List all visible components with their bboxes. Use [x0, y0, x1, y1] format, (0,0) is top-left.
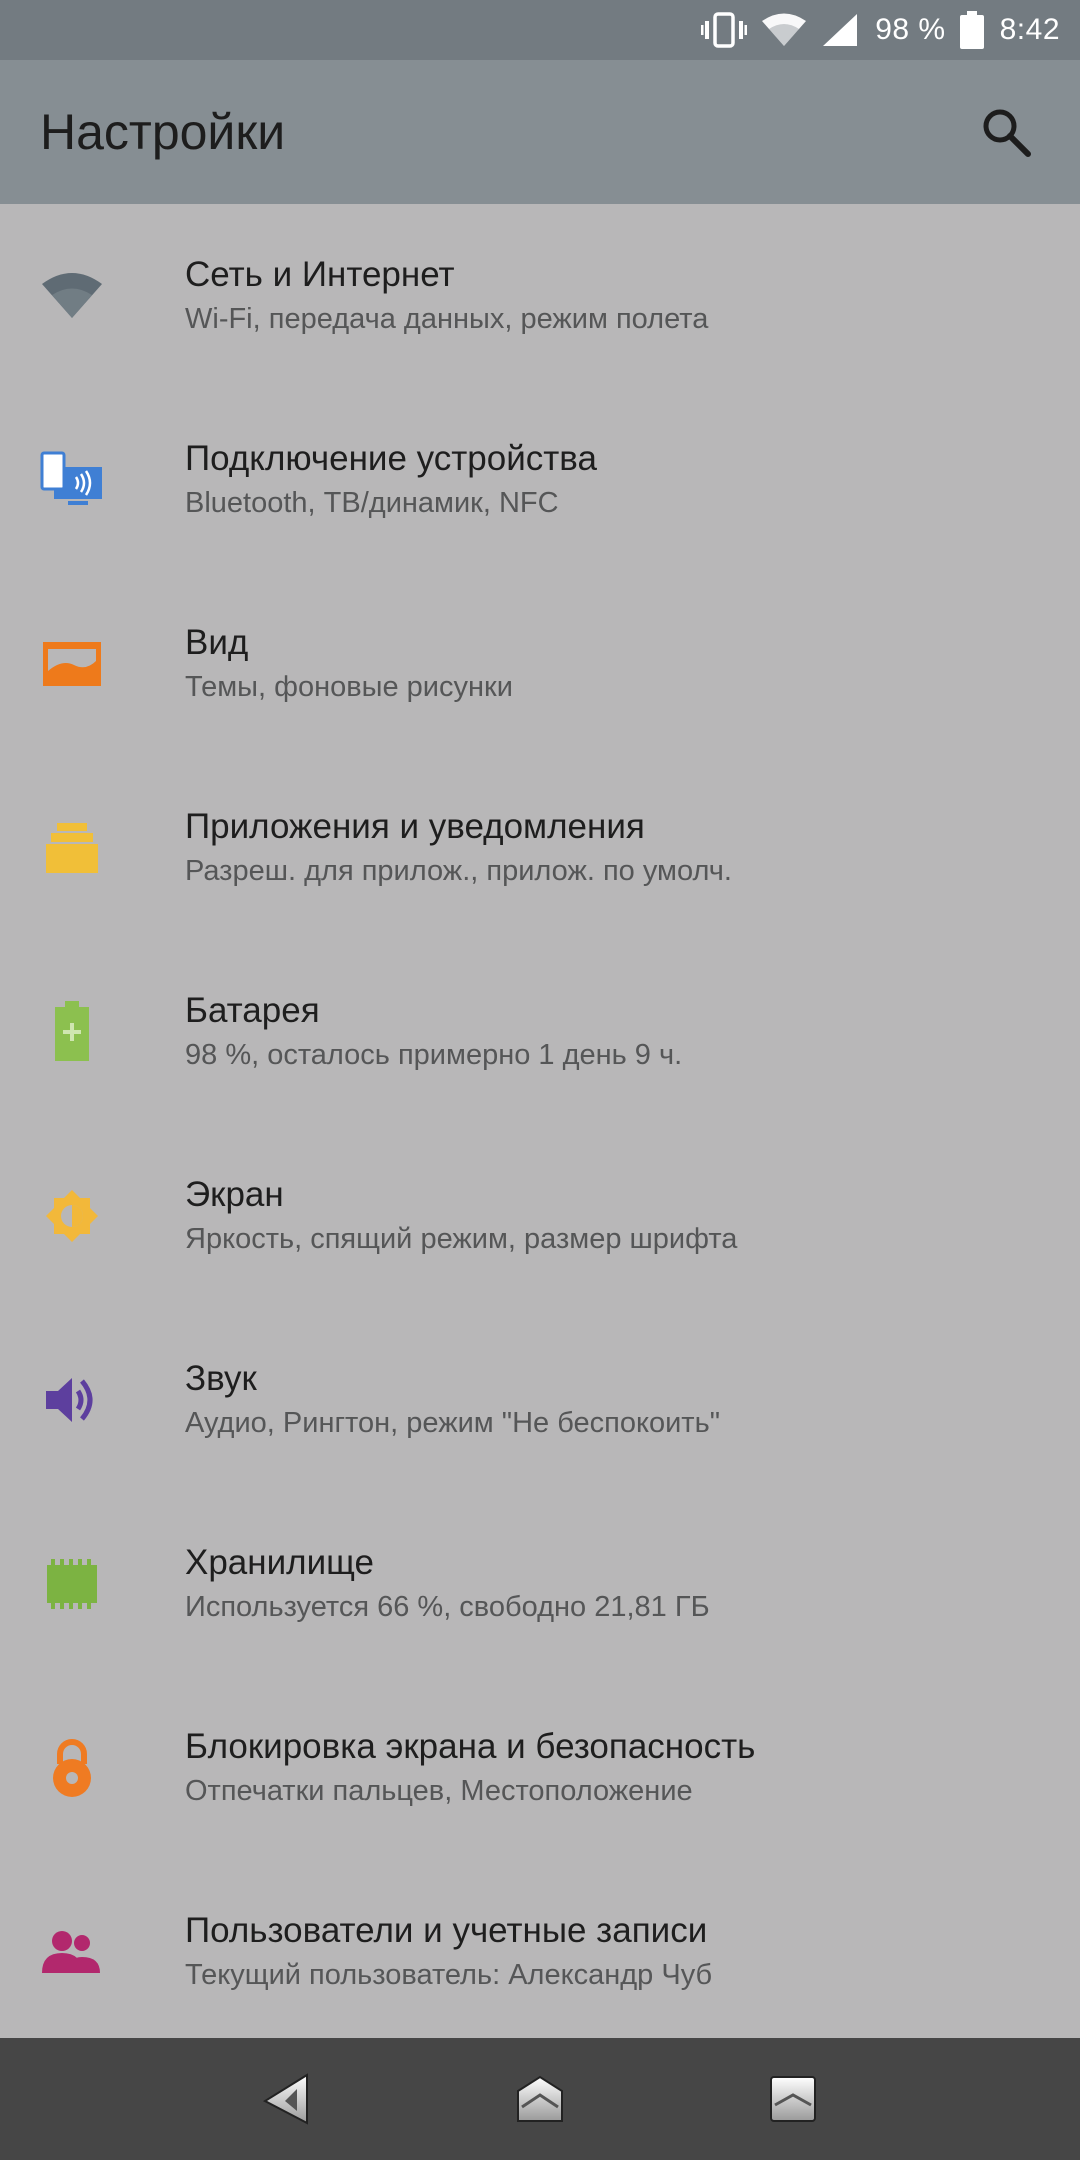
item-subtitle: Аудио, Рингтон, режим "Не беспокоить"	[185, 1407, 720, 1439]
storage-icon	[36, 1548, 108, 1620]
settings-item-connected-devices[interactable]: Подключение устройства Bluetooth, ТВ/дин…	[0, 388, 1080, 572]
item-title: Приложения и уведомления	[185, 807, 645, 846]
settings-item-sound[interactable]: Звук Аудио, Рингтон, режим "Не беспокоит…	[0, 1308, 1080, 1492]
clock: 8:42	[999, 13, 1060, 46]
item-subtitle: Яркость, спящий режим, размер шрифта	[185, 1223, 738, 1255]
recents-button[interactable]	[743, 2049, 843, 2149]
brightness-icon	[36, 1180, 108, 1252]
item-subtitle: Отпечатки пальцев, Местоположение	[185, 1775, 693, 1807]
settings-item-display-theme[interactable]: Вид Темы, фоновые рисунки	[0, 572, 1080, 756]
recents-icon	[770, 2076, 817, 2122]
item-subtitle: Разреш. для прилож., прилож. по умолч.	[185, 855, 732, 887]
status-bar: 98 % 8:42	[0, 0, 1080, 60]
item-title: Вид	[185, 623, 249, 662]
settings-item-security[interactable]: Блокировка экрана и безопасность Отпечат…	[0, 1676, 1080, 1860]
item-subtitle: Bluetooth, ТВ/динамик, NFC	[185, 487, 559, 519]
volume-icon	[36, 1364, 108, 1436]
home-button[interactable]	[490, 2049, 590, 2149]
settings-list: Сеть и Интернет Wi-Fi, передача данных, …	[0, 204, 1080, 2038]
item-subtitle: Темы, фоновые рисунки	[185, 671, 513, 703]
settings-item-battery[interactable]: Батарея 98 %, осталось примерно 1 день 9…	[0, 940, 1080, 1124]
settings-item-network[interactable]: Сеть и Интернет Wi-Fi, передача данных, …	[0, 204, 1080, 388]
item-title: Батарея	[185, 991, 320, 1030]
home-icon	[516, 2075, 563, 2122]
item-title: Блокировка экрана и безопасность	[185, 1727, 756, 1766]
settings-item-storage[interactable]: Хранилище Используется 66 %, свободно 21…	[0, 1492, 1080, 1676]
battery-icon	[959, 11, 984, 49]
item-title: Сеть и Интернет	[185, 255, 455, 294]
app-bar: Настройки	[0, 60, 1080, 204]
navigation-bar	[0, 2038, 1080, 2160]
item-title: Экран	[185, 1175, 284, 1214]
vibrate-icon	[701, 12, 748, 48]
page-title: Настройки	[40, 104, 286, 160]
item-title: Хранилище	[185, 1543, 374, 1582]
search-icon	[983, 109, 1031, 157]
wallpaper-icon	[36, 628, 108, 700]
wifi-icon	[761, 12, 807, 48]
back-icon	[262, 2073, 308, 2125]
devices-icon	[36, 444, 108, 516]
wifi-icon	[36, 260, 108, 332]
battery-percent: 98 %	[875, 13, 946, 46]
apps-icon	[36, 812, 108, 884]
item-title: Звук	[185, 1359, 257, 1398]
item-title: Подключение устройства	[185, 439, 597, 478]
accounts-icon	[36, 1916, 108, 1988]
settings-item-apps[interactable]: Приложения и уведомления Разреш. для при…	[0, 756, 1080, 940]
item-subtitle: Wi-Fi, передача данных, режим полета	[185, 303, 709, 335]
settings-item-accounts[interactable]: Пользователи и учетные записи Текущий по…	[0, 1860, 1080, 2038]
settings-item-display[interactable]: Экран Яркость, спящий режим, размер шриф…	[0, 1124, 1080, 1308]
item-subtitle: 98 %, осталось примерно 1 день 9 ч.	[185, 1039, 683, 1071]
item-title: Пользователи и учетные записи	[185, 1911, 708, 1950]
search-button[interactable]	[962, 88, 1050, 176]
lock-icon	[36, 1732, 108, 1804]
item-subtitle: Текущий пользователь: Александр Чуб	[185, 1959, 713, 1991]
signal-icon	[821, 12, 859, 48]
battery-icon	[36, 996, 108, 1068]
item-subtitle: Используется 66 %, свободно 21,81 ГБ	[185, 1591, 710, 1623]
back-button[interactable]	[237, 2049, 337, 2149]
